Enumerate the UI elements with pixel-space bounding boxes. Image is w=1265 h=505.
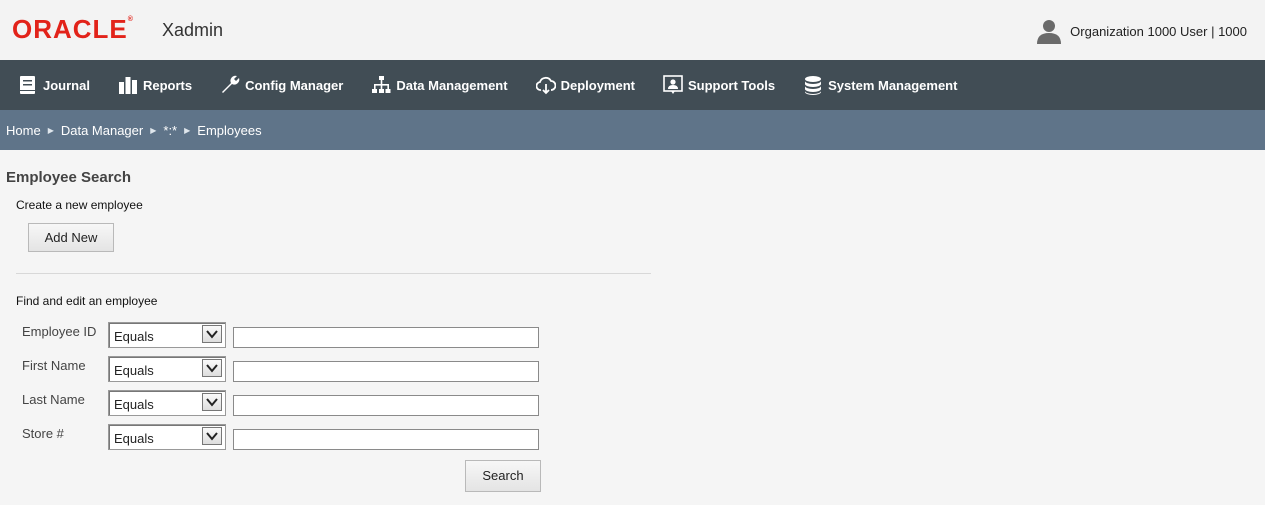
nav-reports[interactable]: Reports — [118, 75, 192, 95]
employee-id-row: Employee ID Equals — [6, 322, 1259, 358]
last-name-input[interactable] — [233, 395, 539, 416]
nav-support-tools[interactable]: Support Tools — [663, 75, 775, 95]
search-button[interactable]: Search — [465, 460, 541, 492]
employee-id-operator-select[interactable]: Equals — [108, 322, 226, 348]
breadcrumb-data-manager[interactable]: Data Manager — [61, 123, 143, 138]
field-label: Store # — [22, 426, 64, 441]
chevron-down-icon[interactable] — [202, 393, 222, 411]
field-label: Employee ID — [22, 324, 97, 339]
book-icon — [20, 76, 35, 94]
store-number-operator-select[interactable]: Equals — [108, 424, 226, 450]
add-new-button[interactable]: Add New — [28, 223, 114, 252]
nav-label: System Management — [828, 77, 958, 93]
store-number-input[interactable] — [233, 429, 539, 450]
find-section-label: Find and edit an employee — [16, 294, 158, 308]
field-label: First Name — [22, 358, 86, 373]
page-title: Employee Search — [6, 169, 132, 186]
first-name-operator-select[interactable]: Equals — [108, 356, 226, 382]
nav-system-management[interactable]: System Management — [803, 75, 957, 95]
cloud-download-icon — [535, 76, 556, 95]
employee-id-input[interactable] — [233, 327, 539, 348]
last-name-row: Last Name Equals — [6, 390, 1259, 426]
support-person-icon — [663, 75, 683, 94]
wrench-icon — [222, 75, 240, 93]
nav-journal[interactable]: Journal — [18, 75, 90, 95]
first-name-input[interactable] — [233, 361, 539, 382]
field-label: Last Name — [22, 392, 85, 407]
app-header: ORACLE® Xadmin Organization 1000 User | … — [0, 0, 1265, 60]
nav-deployment[interactable]: Deployment — [535, 75, 635, 95]
app-name: Xadmin — [162, 20, 224, 40]
search-form: Employee ID Equals First Name Equals Las… — [6, 322, 1259, 494]
user-label: Organization 1000 User | 1000 — [1070, 23, 1247, 39]
breadcrumb-home[interactable]: Home — [6, 123, 41, 138]
nav-data-management[interactable]: Data Management — [371, 75, 508, 95]
nav-label: Support Tools — [687, 77, 776, 93]
database-icon — [805, 76, 822, 95]
nav-config-manager[interactable]: Config Manager — [220, 75, 343, 95]
breadcrumb: Home ▶ Data Manager ▶ *:* ▶ Employees — [0, 110, 1265, 150]
nav-label: Deployment — [560, 77, 635, 93]
breadcrumb-employees[interactable]: Employees — [197, 123, 261, 138]
chevron-down-icon[interactable] — [202, 427, 222, 445]
breadcrumb-separator-icon: ▶ — [47, 125, 54, 135]
main-nav: Journal Reports Config Manager Data Mana… — [0, 60, 1265, 110]
nav-label: Journal — [43, 77, 90, 93]
bar-chart-icon — [118, 77, 137, 94]
nav-label: Data Management — [396, 77, 508, 93]
breadcrumb-separator-icon: ▶ — [184, 125, 191, 135]
user-avatar-icon — [1037, 20, 1062, 44]
main-content: Employee Search Create a new employee Ad… — [0, 169, 1265, 494]
breadcrumb-separator-icon: ▶ — [150, 125, 157, 135]
oracle-logo: ORACLE® — [12, 14, 134, 44]
section-divider — [16, 273, 651, 274]
sitemap-icon — [372, 76, 391, 93]
nav-label: Config Manager — [245, 77, 344, 93]
search-row: Search — [6, 460, 1259, 494]
first-name-row: First Name Equals — [6, 356, 1259, 392]
breadcrumb-org[interactable]: *:* — [163, 123, 177, 138]
chevron-down-icon[interactable] — [202, 359, 222, 377]
nav-label: Reports — [142, 77, 193, 93]
last-name-operator-select[interactable]: Equals — [108, 390, 226, 416]
create-section-label: Create a new employee — [16, 198, 143, 212]
chevron-down-icon[interactable] — [202, 325, 222, 343]
user-menu[interactable]: Organization 1000 User | 1000 — [1036, 18, 1247, 44]
store-number-row: Store # Equals — [6, 424, 1259, 460]
